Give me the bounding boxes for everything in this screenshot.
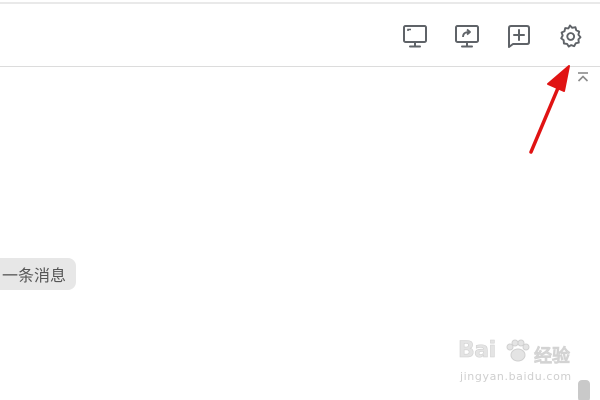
watermark-url: jingyan.baidu.com [460,370,572,383]
monitor-button[interactable] [401,22,429,50]
scrollbar-thumb[interactable] [578,380,590,400]
monitor-share-icon [455,25,479,48]
gear-icon [560,24,582,48]
app-window: 一条消息 Bai 经验 jingyan.baidu.com [0,0,600,400]
watermark-brand: Bai [458,338,497,364]
top-toolbar [0,4,600,66]
paw-icon [506,339,530,362]
message-pill-text: 一条消息 [2,266,67,285]
watermark-brand-cn: 经验 [534,346,571,368]
add-window-icon [508,25,530,48]
message-pill[interactable]: 一条消息 [0,258,77,290]
monitor-icon [403,25,427,48]
collapse-button[interactable] [575,70,591,84]
toolbar-divider [0,66,600,67]
settings-button[interactable] [556,22,584,50]
screen-share-button[interactable] [453,22,481,50]
watermark: Bai 经验 jingyan.baidu.com [458,330,578,390]
add-window-button[interactable] [505,22,533,50]
collapse-up-icon [577,72,589,82]
